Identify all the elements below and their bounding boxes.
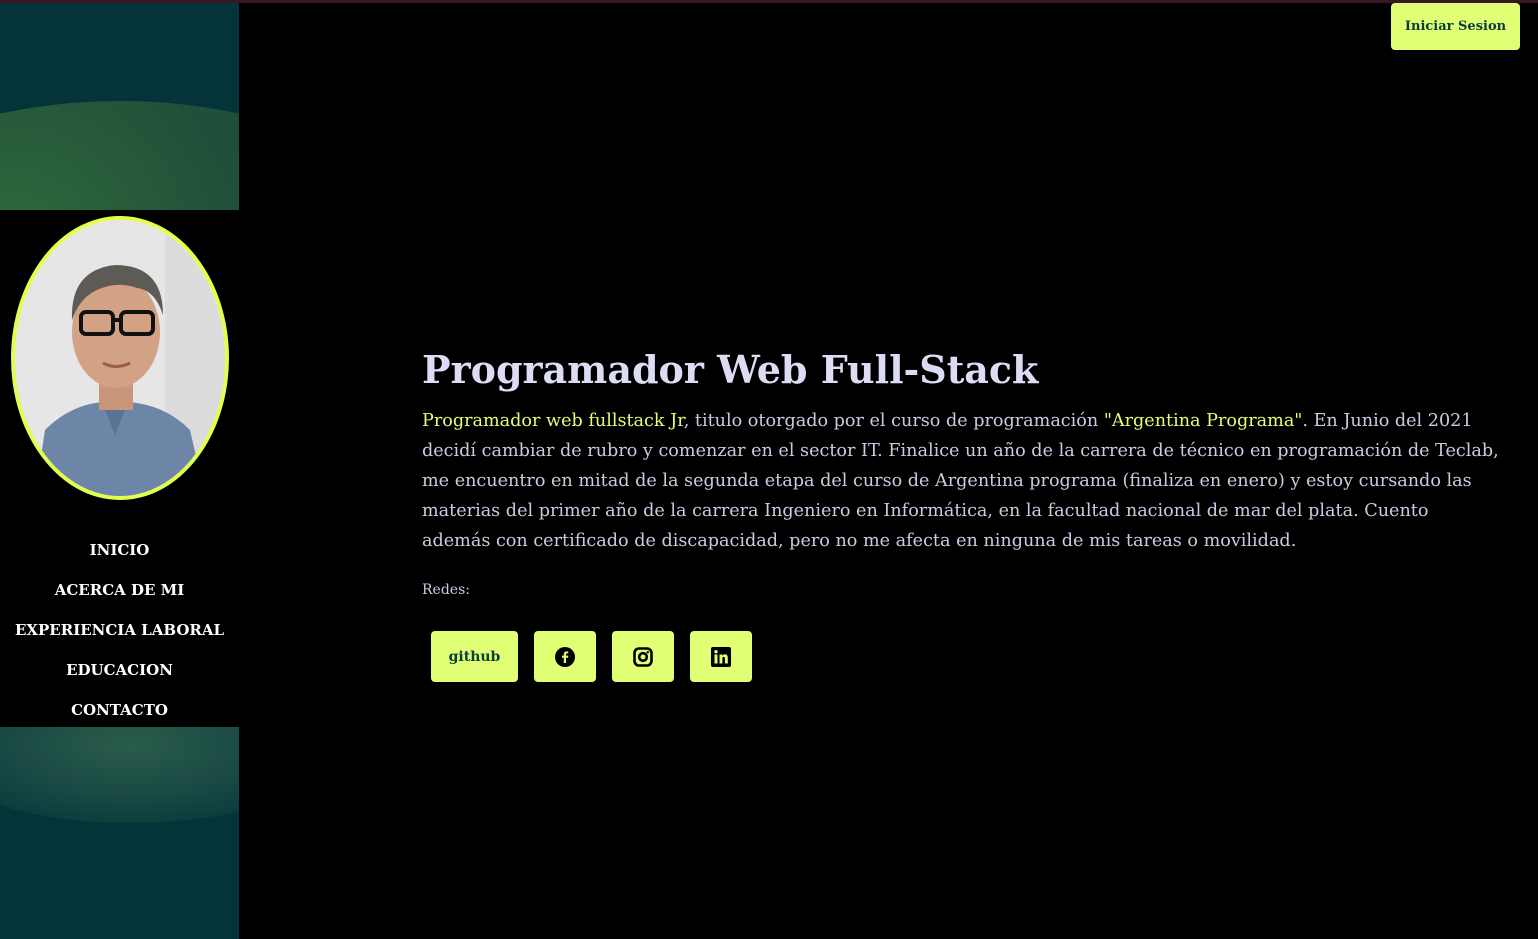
- profile-photo: [15, 220, 225, 496]
- intro-text-1: , titulo otorgado por el curso de progra…: [683, 411, 1104, 431]
- linkedin-button[interactable]: [690, 631, 752, 682]
- main-content: Programador Web Full-Stack Programador w…: [422, 340, 1502, 598]
- nav-item-educacion[interactable]: EDUCACION: [66, 652, 173, 692]
- page-title: Programador Web Full-Stack: [422, 347, 1039, 392]
- nav-item-contacto[interactable]: CONTACTO: [71, 692, 168, 732]
- github-button[interactable]: github: [431, 631, 518, 682]
- facebook-icon: [555, 646, 575, 667]
- sidebar-nav: INICIO ACERCA DE MI EXPERIENCIA LABORAL …: [0, 532, 239, 732]
- intro-text-2: . En Junio del 2021 decidí cambiar de ru…: [422, 411, 1499, 551]
- linkedin-icon: [711, 646, 731, 667]
- login-button[interactable]: Iniciar Sesion: [1391, 3, 1520, 50]
- profile-avatar: [11, 216, 229, 500]
- redes-label: Redes:: [422, 582, 470, 598]
- instagram-button[interactable]: [612, 631, 674, 682]
- intro-highlight: Programador web fullstack Jr: [422, 411, 684, 431]
- social-links: github: [431, 631, 752, 682]
- instagram-icon: [633, 646, 653, 667]
- nav-item-acerca-de-mi[interactable]: ACERCA DE MI: [55, 572, 185, 612]
- intro-paragraph: Programador web fullstack Jr, titulo oto…: [422, 406, 1502, 556]
- nav-item-experiencia-laboral[interactable]: EXPERIENCIA LABORAL: [15, 612, 224, 652]
- facebook-button[interactable]: [534, 631, 596, 682]
- intro-highlight-2: "Argentina Programa": [1103, 411, 1303, 431]
- nav-item-inicio[interactable]: INICIO: [90, 532, 150, 572]
